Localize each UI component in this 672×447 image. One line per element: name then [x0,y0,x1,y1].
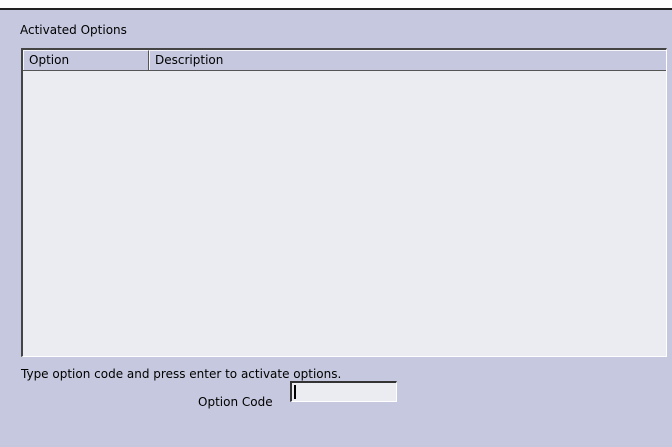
table-body [23,71,666,356]
instruction-text: Type option code and press enter to acti… [21,367,342,381]
table-header: Option Description [23,50,666,71]
text-cursor [294,385,296,399]
option-code-label: Option Code [198,395,273,409]
column-header-option[interactable]: Option [23,50,149,70]
column-header-description[interactable]: Description [149,50,666,70]
group-title: Activated Options [20,23,127,37]
activated-options-table[interactable]: Option Description [21,48,667,357]
option-code-input[interactable] [290,381,397,402]
